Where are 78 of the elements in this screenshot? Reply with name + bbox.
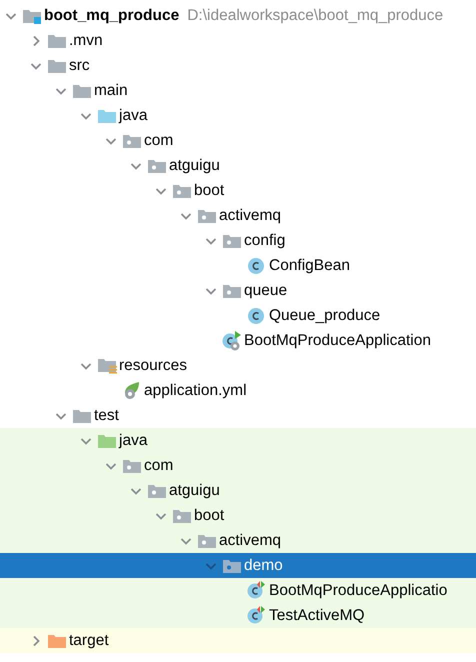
tree-row[interactable]: boot xyxy=(0,178,476,203)
package-folder-icon xyxy=(222,282,242,299)
package-folder-icon xyxy=(147,157,167,174)
node-label: java xyxy=(119,432,148,450)
tree-row[interactable]: BootMqProduceApplicatio xyxy=(0,578,476,603)
tree-row[interactable]: Queue_produce xyxy=(0,303,476,328)
node-label: boot xyxy=(194,182,224,200)
node-label: activemq xyxy=(219,206,282,224)
tree-row[interactable]: atguigu xyxy=(0,153,476,178)
node-label: TestActiveMQ xyxy=(269,606,365,624)
tree-row[interactable]: com xyxy=(0,128,476,153)
node-label: test xyxy=(94,406,119,424)
node-label: boot_mq_produce xyxy=(44,6,180,24)
node-label: config xyxy=(244,232,286,250)
folder-icon xyxy=(97,107,117,124)
tree-row[interactable]: application.yml xyxy=(0,378,476,403)
node-label: activemq xyxy=(219,532,282,550)
node-label: queue xyxy=(244,282,288,300)
package-folder-icon xyxy=(222,232,242,249)
resources-folder-icon xyxy=(97,356,117,375)
node-label: com xyxy=(144,456,174,474)
tree-row[interactable]: demo xyxy=(0,553,476,578)
folder-icon xyxy=(47,57,67,74)
test-class-icon xyxy=(247,606,266,625)
tree-row[interactable]: src xyxy=(0,53,476,78)
package-folder-icon xyxy=(172,182,192,199)
node-label: target xyxy=(69,632,109,650)
folder-icon xyxy=(72,407,92,424)
tree-row[interactable]: boot xyxy=(0,503,476,528)
tree-row[interactable]: ConfigBean xyxy=(0,253,476,278)
tree-row[interactable]: resources xyxy=(0,353,476,378)
tree-row[interactable]: target xyxy=(0,628,476,653)
package-folder-icon xyxy=(147,482,167,499)
folder-icon xyxy=(47,32,67,49)
test-class-icon xyxy=(247,581,266,600)
tree-row[interactable]: TestActiveMQ xyxy=(0,603,476,628)
class-icon xyxy=(247,306,265,324)
folder-icon xyxy=(72,82,92,99)
tree-row[interactable]: java xyxy=(0,103,476,128)
package-folder-icon xyxy=(197,207,217,224)
node-label: .mvn xyxy=(69,32,103,50)
tree-row[interactable]: main xyxy=(0,78,476,103)
runnable-class-icon xyxy=(222,330,242,350)
tree-row[interactable]: activemq xyxy=(0,203,476,228)
node-label: main xyxy=(94,82,128,100)
folder-icon xyxy=(97,432,117,449)
node-label: resources xyxy=(119,356,188,374)
tree-row[interactable]: java xyxy=(0,428,476,453)
package-folder-icon xyxy=(197,532,217,549)
module-path: D:\idealworkspace\boot_mq_produce xyxy=(187,6,444,24)
node-label: java xyxy=(119,106,148,124)
node-label: Queue_produce xyxy=(269,306,380,324)
node-label: BootMqProduceApplicatio xyxy=(269,582,448,600)
package-folder-icon xyxy=(172,507,192,524)
tree-row[interactable]: config xyxy=(0,228,476,253)
node-label: atguigu xyxy=(169,156,220,174)
tree-row[interactable]: BootMqProduceApplication xyxy=(0,328,476,353)
tree-row[interactable]: activemq xyxy=(0,528,476,553)
tree-row[interactable]: .mvn xyxy=(0,28,476,53)
node-label: com xyxy=(144,132,174,150)
package-folder-icon xyxy=(222,557,242,574)
tree-row[interactable]: test xyxy=(0,403,476,428)
package-folder-icon xyxy=(122,457,142,474)
tree-row[interactable]: queue xyxy=(0,278,476,303)
node-label: src xyxy=(69,56,90,74)
tree-row[interactable]: atguigu xyxy=(0,478,476,503)
package-folder-icon xyxy=(122,132,142,149)
node-label: demo xyxy=(244,556,283,574)
node-label: boot xyxy=(194,506,224,524)
folder-icon xyxy=(47,632,67,649)
node-label: atguigu xyxy=(169,482,220,500)
tree-row[interactable]: com xyxy=(0,453,476,478)
node-label: application.yml xyxy=(144,382,247,400)
tree-row[interactable]: boot_mq_produce D:\idealworkspace\boot_mq_produce xyxy=(0,3,476,28)
class-icon xyxy=(247,256,265,274)
leaf-gear-icon xyxy=(122,381,142,400)
node-label: BootMqProduceApplication xyxy=(244,332,431,350)
node-label: ConfigBean xyxy=(269,256,350,274)
